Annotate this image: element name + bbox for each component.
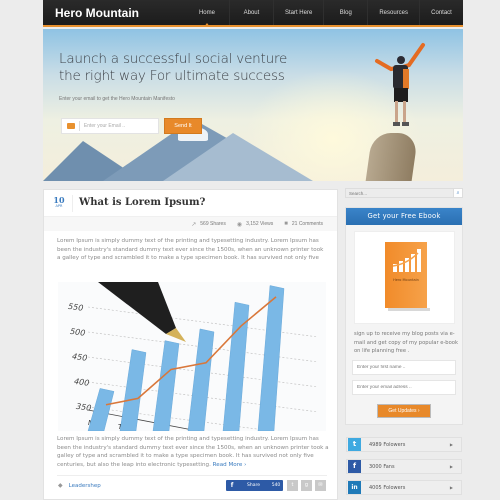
y-tick-label: 350 xyxy=(75,402,91,413)
facebook-icon: f xyxy=(348,460,361,473)
y-tick-label: 400 xyxy=(73,377,89,388)
facebook-icon: f xyxy=(230,482,234,489)
comment-icon: ■ xyxy=(284,221,288,227)
chart-bar xyxy=(152,340,180,431)
post-intro: Lorem Ipsum is simply dummy text of the … xyxy=(57,238,324,262)
shares-count: ↗ 569 Shares xyxy=(191,221,226,228)
google-plus-share-button[interactable]: g xyxy=(301,480,312,491)
chart-bar xyxy=(87,388,115,431)
first-name-input[interactable] xyxy=(352,360,456,375)
get-updates-button[interactable]: Get Updates › xyxy=(377,404,431,418)
views-label: 3,152 Views xyxy=(246,221,274,227)
search-button[interactable]: ⌕ xyxy=(453,189,462,197)
views-count: ◉ 3,152 Views xyxy=(237,221,273,228)
share-label: Share xyxy=(247,483,260,488)
chart-photo-svg: 550500450400350MT xyxy=(67,282,319,431)
linkedin-followers-label: 4005 Folowers xyxy=(369,484,406,491)
nav-blog[interactable]: Blog xyxy=(323,0,367,25)
divider xyxy=(72,195,73,212)
mail-icon: ✉ xyxy=(318,482,323,488)
envelope-icon xyxy=(67,123,75,129)
twitter-icon: t xyxy=(291,482,294,488)
chart-bar xyxy=(222,301,250,431)
hero-email-input[interactable] xyxy=(83,123,158,129)
tag-icon: ◆ xyxy=(58,482,63,489)
widget-title: Get your Free Ebook xyxy=(346,208,462,225)
ebook-cover-frame: Hero Mountain xyxy=(354,231,455,324)
post-meta-bar: ↗ 569 Shares ◉ 3,152 Views ■ 21 Comments xyxy=(44,217,337,231)
blog-post-card: 10 APR What is Lorem Ipsum? ↗ 569 Shares … xyxy=(43,189,338,500)
email-address-input[interactable] xyxy=(352,380,456,395)
post-excerpt: Lorem Ipsum is simply dummy text of the … xyxy=(57,435,332,469)
chart-bar xyxy=(187,328,215,431)
twitter-share-button[interactable]: t xyxy=(287,480,298,491)
divider xyxy=(57,475,327,476)
comments-count[interactable]: ■ 21 Comments xyxy=(284,221,323,227)
facebook-fans-label: 3000 Fans xyxy=(369,463,395,470)
linkedin-followers-link[interactable]: in 4005 Folowers ▶ xyxy=(346,480,462,495)
post-chart-image: 550500450400350MT xyxy=(58,282,326,431)
hero-headline-line: the right way For ultimate success xyxy=(59,68,285,84)
site-header: Hero Mountain Home About Start Here Blog… xyxy=(43,0,463,27)
chevron-right-icon: ▶ xyxy=(449,442,453,447)
hero-subtitle: Enter your email to get the Hero Mountai… xyxy=(59,96,175,102)
nav-resources[interactable]: Resources xyxy=(367,0,419,25)
google-plus-icon: g xyxy=(304,482,309,488)
facebook-fans-link[interactable]: f 3000 Fans ▶ xyxy=(346,459,462,474)
linkedin-icon: in xyxy=(348,481,361,494)
nav-contact[interactable]: Contact xyxy=(419,0,463,25)
read-more-link[interactable]: Read More › xyxy=(213,462,247,468)
post-tag[interactable]: ◆ Leadershep xyxy=(58,482,101,489)
widget-description: sign up to receive my blog posts via e-m… xyxy=(354,331,458,354)
site-logo[interactable]: Hero Mountain xyxy=(55,6,139,20)
hero-headline-line: Launch a successful social venture xyxy=(59,51,288,67)
chart-bar xyxy=(257,285,285,431)
send-it-button[interactable]: Send It xyxy=(164,118,202,134)
search-icon: ⌕ xyxy=(456,190,460,196)
twitter-followers-link[interactable]: t 4989 Folowers ▶ xyxy=(346,437,462,452)
tag-label: Leadershep xyxy=(68,482,101,489)
ebook-cover-image: Hero Mountain xyxy=(385,242,430,308)
page: Hero Mountain Home About Start Here Blog… xyxy=(43,0,463,500)
sidebar-search: ⌕ xyxy=(345,188,463,198)
y-tick-label: 500 xyxy=(69,327,85,338)
post-date-day: 10 xyxy=(53,195,65,205)
nav-home[interactable]: Home xyxy=(185,0,229,27)
divider xyxy=(78,121,80,131)
twitter-icon: t xyxy=(348,438,361,451)
hero-headline: Launch a successful social venture the r… xyxy=(59,51,319,85)
pen-body xyxy=(98,282,176,334)
growth-chart-icon xyxy=(392,249,421,272)
post-date: 10 APR xyxy=(52,196,66,209)
chevron-right-icon: ▶ xyxy=(449,464,453,469)
email-share-button[interactable]: ✉ xyxy=(315,480,326,491)
main-nav: Home About Start Here Blog Resources Con… xyxy=(185,0,463,27)
hero-banner: Launch a successful social venture the r… xyxy=(43,29,463,181)
comments-label: 21 Comments xyxy=(291,221,323,227)
twitter-followers-label: 4989 Folowers xyxy=(369,441,406,448)
book-spine xyxy=(427,244,430,308)
post-excerpt-text: Lorem Ipsum is simply dummy text of the … xyxy=(57,436,329,468)
y-tick-label: 550 xyxy=(67,302,83,313)
facebook-share-button[interactable]: f Share 540 xyxy=(226,480,283,491)
hiker-figure-image xyxy=(375,43,425,126)
book-title: Hero Mountain xyxy=(393,278,419,282)
nav-about[interactable]: About xyxy=(228,0,273,25)
eye-icon: ◉ xyxy=(236,221,243,228)
shares-label: 569 Shares xyxy=(200,221,226,227)
nav-start-here[interactable]: Start Here xyxy=(272,0,323,25)
search-input[interactable] xyxy=(346,190,453,196)
share-icon: ↗ xyxy=(191,221,197,228)
ebook-widget: Get your Free Ebook Hero Mountain sign u… xyxy=(345,207,463,425)
chevron-right-icon: ▶ xyxy=(449,485,453,490)
post-title[interactable]: What is Lorem Ipsum? xyxy=(79,197,205,208)
y-tick-label: 450 xyxy=(71,352,87,363)
share-count: 540 xyxy=(271,483,281,488)
hero-email-field[interactable] xyxy=(61,118,159,134)
post-header: 10 APR What is Lorem Ipsum? xyxy=(44,190,337,217)
